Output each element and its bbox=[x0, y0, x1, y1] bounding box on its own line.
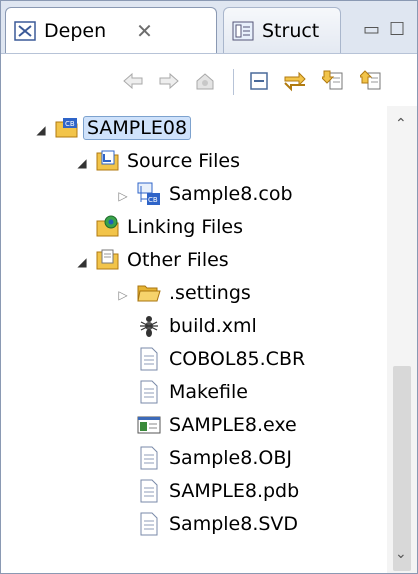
tree-item-sample8-pdb[interactable]: SAMPLE8.pdb bbox=[1, 477, 387, 509]
tree-item-label: Source Files bbox=[127, 150, 240, 172]
toolbar-separator bbox=[233, 69, 234, 95]
collapse-all-icon[interactable] bbox=[245, 67, 273, 95]
tree-item-cobol85-cbr[interactable]: COBOL85.CBR bbox=[1, 345, 387, 377]
close-icon[interactable]: ✕ bbox=[136, 19, 153, 43]
tree-item-label: Sample8.OBJ bbox=[169, 447, 292, 469]
tree-item-label: Other Files bbox=[127, 249, 229, 271]
view-toolbar bbox=[1, 61, 417, 103]
tab-dependency[interactable]: Depen ✕ bbox=[5, 7, 217, 53]
ant-file-icon bbox=[140, 316, 158, 337]
export-icon[interactable] bbox=[357, 67, 385, 95]
tree-item-label: SAMPLE08 bbox=[83, 116, 192, 140]
tree-item-source-files[interactable]: ◢ Source Files bbox=[1, 147, 387, 179]
tree-item-label: COBOL85.CBR bbox=[169, 348, 306, 370]
tab-label: Struct bbox=[262, 19, 320, 42]
tree-item-build-xml[interactable]: build.xml bbox=[1, 312, 387, 344]
folder-icon bbox=[137, 285, 161, 302]
svg-text:CB: CB bbox=[148, 196, 158, 204]
text-file-icon bbox=[140, 347, 158, 371]
collapsed-twisty-icon[interactable]: ▷ bbox=[116, 189, 130, 203]
scrollbar-thumb[interactable] bbox=[393, 366, 411, 571]
text-file-icon bbox=[140, 380, 158, 404]
tree-item-label: Makefile bbox=[169, 381, 248, 403]
source-folder-icon bbox=[96, 150, 119, 171]
tree-item-label: Sample8.SVD bbox=[169, 513, 299, 535]
link-with-editor-icon[interactable] bbox=[281, 67, 309, 95]
scroll-up-icon[interactable]: ⌃ bbox=[395, 116, 407, 132]
tab-structure[interactable]: Struct bbox=[223, 7, 341, 53]
expanded-twisty-icon[interactable]: ◢ bbox=[34, 123, 48, 137]
tree-item-makefile[interactable]: Makefile bbox=[1, 378, 387, 410]
exe-file-icon bbox=[137, 416, 161, 434]
collapsed-twisty-icon[interactable]: ▷ bbox=[116, 288, 130, 302]
expanded-twisty-icon[interactable]: ◢ bbox=[75, 255, 89, 269]
home-icon[interactable] bbox=[191, 67, 219, 95]
tree-item-label: Linking Files bbox=[127, 216, 244, 238]
structure-view-icon bbox=[232, 21, 254, 40]
scroll-down-icon[interactable]: ⌄ bbox=[395, 546, 407, 562]
linking-files-icon bbox=[96, 215, 119, 237]
tab-label: Depen bbox=[44, 19, 107, 42]
minimize-icon[interactable]: ▭ bbox=[363, 19, 380, 40]
tree-item-sample8-svd[interactable]: Sample8.SVD bbox=[1, 510, 387, 542]
forward-icon[interactable] bbox=[155, 67, 183, 95]
tree-item-sample8-exe[interactable]: SAMPLE8.exe bbox=[1, 411, 387, 443]
svg-text:CB: CB bbox=[65, 120, 75, 128]
tree-item-sample08[interactable]: ◢ CB SAMPLE08 bbox=[1, 114, 387, 146]
tree-item-label: Sample8.cob bbox=[169, 183, 293, 205]
tab-bar: Depen ✕ Struct ▭ ☐ bbox=[1, 1, 417, 54]
tree-item-label: .settings bbox=[169, 282, 251, 304]
tree-item-sample8-obj[interactable]: Sample8.OBJ bbox=[1, 444, 387, 476]
cobol-file-icon: CB bbox=[137, 182, 160, 205]
maximize-icon[interactable]: ☐ bbox=[389, 19, 405, 40]
vertical-scrollbar[interactable]: ⌃ ⌄ bbox=[387, 106, 417, 573]
project-tree: ◢ CB SAMPLE08 ◢ Source Files ▷ CB Sample… bbox=[1, 106, 387, 573]
text-file-icon bbox=[140, 446, 158, 470]
tree-item-sample8-cob[interactable]: ▷ CB Sample8.cob bbox=[1, 180, 387, 212]
tree-item-other-files[interactable]: ◢ Other Files bbox=[1, 246, 387, 278]
other-files-icon bbox=[96, 249, 119, 270]
cobol-project-icon: CB bbox=[55, 118, 78, 138]
tree-item-settings[interactable]: ▷ .settings bbox=[1, 279, 387, 311]
tree-item-label: SAMPLE8.exe bbox=[169, 414, 297, 436]
text-file-icon bbox=[140, 512, 158, 536]
dependency-view: Depen ✕ Struct ▭ ☐ ◢ CB SAMPLE08 ◢ Sourc… bbox=[0, 0, 418, 574]
expanded-twisty-icon[interactable]: ◢ bbox=[75, 156, 89, 170]
text-file-icon bbox=[140, 479, 158, 503]
back-icon[interactable] bbox=[119, 67, 147, 95]
tree-item-linking-files[interactable]: Linking Files bbox=[1, 213, 387, 245]
tree-item-label: build.xml bbox=[169, 315, 257, 337]
tree-item-label: SAMPLE8.pdb bbox=[169, 480, 300, 502]
import-icon[interactable] bbox=[319, 67, 347, 95]
dependency-view-icon bbox=[14, 20, 36, 41]
